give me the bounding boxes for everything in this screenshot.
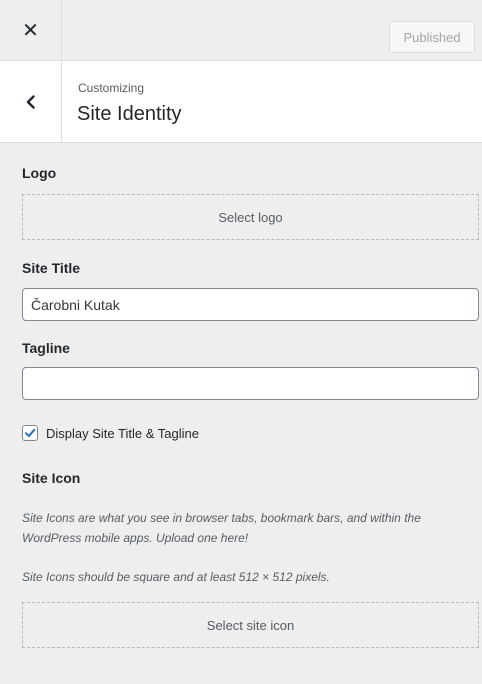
select-site-icon-button[interactable]: Select site icon xyxy=(22,602,479,648)
site-title-input[interactable]: Čarobni Kutak xyxy=(22,288,479,321)
chevron-left-icon xyxy=(26,94,35,109)
publish-button[interactable]: Published xyxy=(389,21,475,53)
checkmark-icon xyxy=(25,428,36,437)
breadcrumb: Customizing xyxy=(78,81,145,95)
display-title-checkbox[interactable] xyxy=(22,425,38,441)
close-button[interactable]: ✕ xyxy=(0,0,62,60)
tagline-label: Tagline xyxy=(22,340,70,356)
close-icon: ✕ xyxy=(22,19,39,42)
site-icon-requirement: Site Icons should be square and at least… xyxy=(22,570,330,584)
display-title-label: Display Site Title & Tagline xyxy=(46,425,199,441)
logo-label: Logo xyxy=(22,165,57,181)
display-title-option: Display Site Title & Tagline xyxy=(22,424,199,442)
page-title: Site Identity xyxy=(77,103,182,125)
tagline-input[interactable] xyxy=(22,367,479,400)
site-title-label: Site Title xyxy=(22,260,81,276)
section-header: Customizing Site Identity xyxy=(0,61,482,143)
select-logo-button[interactable]: Select logo xyxy=(22,194,479,240)
customizer-topbar: ✕ Published xyxy=(0,0,482,61)
back-button[interactable] xyxy=(0,61,62,142)
site-title-value: Čarobni Kutak xyxy=(31,296,120,313)
site-icon-label: Site Icon xyxy=(22,470,81,486)
site-icon-description: Site Icons are what you see in browser t… xyxy=(22,511,421,545)
